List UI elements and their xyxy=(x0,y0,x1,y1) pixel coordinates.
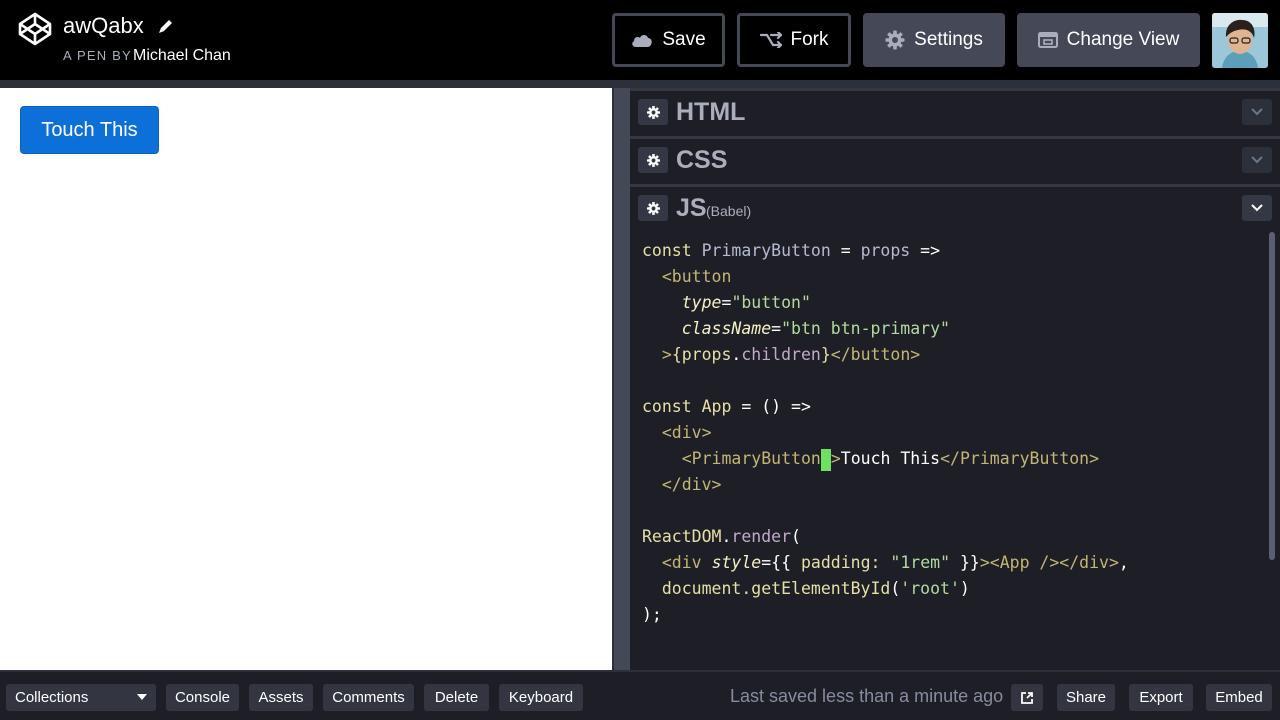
settings-label: Settings xyxy=(914,29,983,50)
share-button[interactable]: Share xyxy=(1057,684,1115,711)
collections-dropdown[interactable]: Collections xyxy=(6,684,156,711)
assets-button[interactable]: Assets xyxy=(249,684,313,711)
pen-by-label: A PEN BY xyxy=(63,48,132,63)
gear-icon xyxy=(646,201,660,215)
fork-icon xyxy=(759,32,782,48)
caret-down-icon xyxy=(137,694,147,700)
code-line: const App = () => xyxy=(642,397,811,416)
save-label: Save xyxy=(662,29,706,50)
html-settings-button[interactable] xyxy=(638,99,668,125)
chevron-down-icon xyxy=(1251,156,1263,164)
console-button[interactable]: Console xyxy=(166,684,239,711)
header-divider xyxy=(0,80,1280,88)
layout-icon xyxy=(1037,32,1058,48)
delete-button[interactable]: Delete xyxy=(424,684,489,711)
avatar[interactable] xyxy=(1212,13,1268,68)
code-line: type="button" xyxy=(681,293,811,312)
pen-title[interactable]: awQabx xyxy=(63,13,144,39)
code-line: className="btn btn-primary" xyxy=(681,319,950,338)
open-external-button[interactable] xyxy=(1011,684,1043,711)
change-view-button[interactable]: Change View xyxy=(1017,13,1200,67)
code-line: >{props.children}</button> xyxy=(661,345,921,364)
js-settings-button[interactable] xyxy=(638,195,668,221)
export-button[interactable]: Export xyxy=(1129,684,1193,711)
codepen-logo-icon[interactable] xyxy=(17,11,53,47)
code-line: <div> xyxy=(661,423,712,442)
js-code-editor[interactable]: const PrimaryButton = props => <button t… xyxy=(642,238,1262,648)
embed-button[interactable]: Embed xyxy=(1206,684,1272,711)
gear-icon xyxy=(646,153,660,167)
cloud-icon xyxy=(632,35,653,47)
save-button[interactable]: Save xyxy=(612,13,725,67)
external-link-icon xyxy=(1021,691,1033,704)
preview-pane: Touch This xyxy=(0,88,612,670)
code-line: ); xyxy=(642,605,662,624)
change-view-label: Change View xyxy=(1066,29,1180,50)
keyboard-button[interactable]: Keyboard xyxy=(499,684,583,711)
save-status: Last saved less than a minute ago xyxy=(730,686,1004,706)
pane-resizer[interactable] xyxy=(612,88,630,670)
code-line: </div> xyxy=(661,475,722,494)
code-line: <PrimaryButton >Touch This</PrimaryButton… xyxy=(642,446,1262,472)
chevron-down-icon xyxy=(1251,204,1263,212)
code-line: const PrimaryButton = props => xyxy=(642,241,941,260)
code-line: document.getElementById('root') xyxy=(661,579,970,598)
html-collapse-button[interactable] xyxy=(1242,99,1272,125)
editor-scrollbar[interactable] xyxy=(1269,232,1275,560)
js-collapse-button[interactable] xyxy=(1242,195,1272,221)
code-line: <button xyxy=(661,267,732,286)
code-line: ReactDOM.render( xyxy=(642,527,801,546)
css-collapse-button[interactable] xyxy=(1242,147,1272,173)
js-pane-title: JS xyxy=(676,194,707,222)
pencil-icon[interactable] xyxy=(157,17,175,35)
js-pane-subtitle: (Babel) xyxy=(706,203,752,219)
preview-touch-button[interactable]: Touch This xyxy=(20,106,159,154)
fork-button[interactable]: Fork xyxy=(737,13,851,67)
comments-button[interactable]: Comments xyxy=(323,684,414,711)
collections-label: Collections xyxy=(15,689,89,706)
fork-label: Fork xyxy=(790,29,829,50)
code-line: <div style={{ padding: "1rem" }}><App />… xyxy=(661,553,1129,572)
editor-column: HTML CSS JS (Babel) const PrimaryButton … xyxy=(630,88,1280,670)
gear-icon xyxy=(885,30,905,50)
text-cursor xyxy=(820,448,831,471)
author-link[interactable]: Michael Chan xyxy=(133,47,231,65)
js-pane-header[interactable]: JS (Babel) xyxy=(630,184,1280,230)
css-pane-header[interactable]: CSS xyxy=(630,136,1280,182)
chevron-down-icon xyxy=(1251,108,1263,116)
gear-icon xyxy=(646,105,660,119)
html-pane-title: HTML xyxy=(676,98,746,126)
css-settings-button[interactable] xyxy=(638,147,668,173)
footer-bar: Collections Console Assets Comments Dele… xyxy=(0,670,1280,720)
settings-button[interactable]: Settings xyxy=(863,13,1005,67)
header: awQabx A PEN BY Michael Chan Save Fork S… xyxy=(0,0,1280,80)
html-pane-header[interactable]: HTML xyxy=(630,88,1280,134)
css-pane-title: CSS xyxy=(676,146,728,174)
